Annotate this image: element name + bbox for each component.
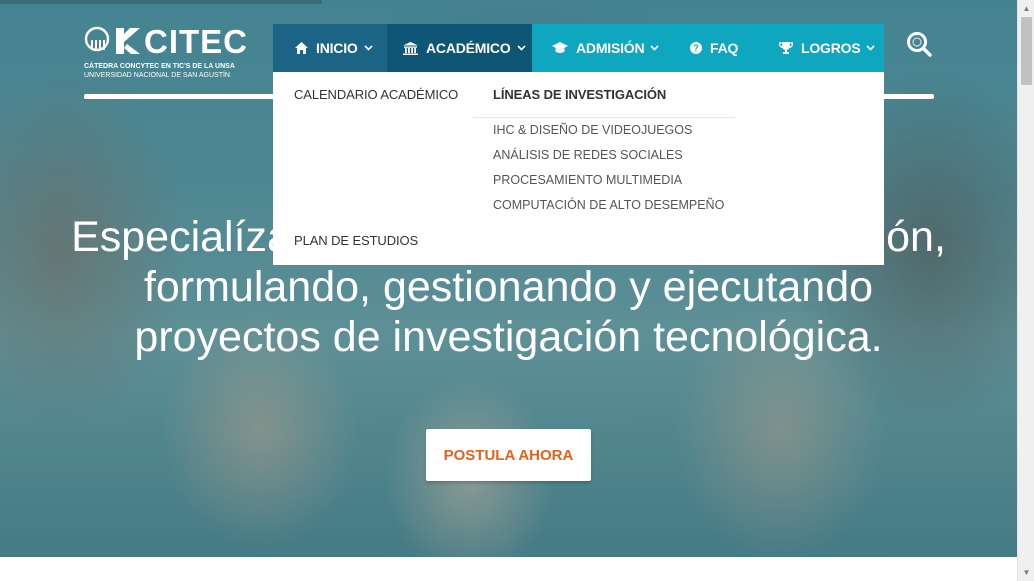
logo-wordmark: CITEC bbox=[144, 23, 248, 60]
chevron-down-icon bbox=[516, 45, 526, 51]
academico-dropdown: CALENDARIO ACADÉMICO LÍNEAS DE INVESTIGA… bbox=[273, 72, 884, 265]
nav-academico[interactable]: ACADÉMICO bbox=[387, 24, 532, 72]
trophy-icon bbox=[779, 42, 793, 54]
nav-inicio-label: INICIO bbox=[316, 40, 358, 56]
nav-admision[interactable]: ADMISIÓN bbox=[532, 24, 668, 72]
main-nav: INICIO ACADÉMICO ADMISIÓN ? FAQ LOGROS bbox=[273, 24, 884, 72]
svg-text:?: ? bbox=[693, 43, 698, 53]
scroll-up-arrow-icon[interactable]: ▲ bbox=[1018, 0, 1034, 17]
university-icon bbox=[403, 41, 418, 55]
graduation-cap-icon bbox=[552, 42, 568, 54]
question-circle-icon: ? bbox=[690, 42, 702, 54]
nav-logros-label: LOGROS bbox=[801, 40, 861, 56]
top-strip bbox=[0, 0, 322, 4]
chevron-down-icon bbox=[364, 45, 373, 51]
nav-faq-label: FAQ bbox=[710, 40, 739, 56]
site-logo[interactable]: CITEC CÁTEDRA CONCYTEC EN TIC'S DE LA UN… bbox=[84, 24, 247, 82]
hero-line-2: formulando, gestionando y ejecutando bbox=[143, 263, 874, 311]
scroll-down-arrow-icon[interactable]: ▼ bbox=[1018, 564, 1034, 581]
nav-academico-label: ACADÉMICO bbox=[426, 40, 511, 56]
logo-subtitle-1: CÁTEDRA CONCYTEC EN TIC'S DE LA UNSA bbox=[84, 63, 235, 70]
menu-item-calendario[interactable]: CALENDARIO ACADÉMICO bbox=[294, 87, 458, 102]
postula-button[interactable]: POSTULA AHORA bbox=[426, 429, 591, 481]
scroll-thumb[interactable] bbox=[1021, 17, 1032, 85]
nav-logros[interactable]: LOGROS bbox=[755, 24, 884, 72]
menu-item-ihc[interactable]: IHC & DISEÑO DE VIDEOJUEGOS bbox=[493, 123, 692, 137]
logo-mark-icon bbox=[84, 26, 140, 54]
search-icon bbox=[907, 32, 932, 57]
page-scrollbar[interactable]: ▲ ▼ bbox=[1017, 0, 1034, 581]
nav-faq[interactable]: ? FAQ bbox=[668, 24, 755, 72]
menu-item-multimedia[interactable]: PROCESAMIENTO MULTIMEDIA bbox=[493, 173, 682, 187]
menu-item-alto-desempeno[interactable]: COMPUTACIÓN DE ALTO DESEMPEÑO bbox=[493, 198, 724, 212]
search-button[interactable] bbox=[905, 30, 933, 58]
nav-inicio[interactable]: INICIO bbox=[273, 24, 387, 72]
menu-item-lineas-investigacion[interactable]: LÍNEAS DE INVESTIGACIÓN bbox=[493, 87, 666, 102]
dropdown-divider bbox=[473, 117, 735, 118]
chevron-down-icon bbox=[650, 45, 659, 51]
chevron-down-icon bbox=[866, 45, 876, 51]
menu-item-redes-sociales[interactable]: ANÁLISIS DE REDES SOCIALES bbox=[493, 148, 683, 162]
hero-line-3: proyectos de investigación tecnológica. bbox=[134, 313, 883, 361]
menu-item-plan-estudios[interactable]: PLAN DE ESTUDIOS bbox=[294, 233, 418, 248]
home-icon bbox=[295, 42, 308, 54]
logo-subtitle-2: UNIVERSIDAD NACIONAL DE SAN AGUSTÍN bbox=[84, 72, 230, 79]
nav-admision-label: ADMISIÓN bbox=[576, 40, 645, 56]
